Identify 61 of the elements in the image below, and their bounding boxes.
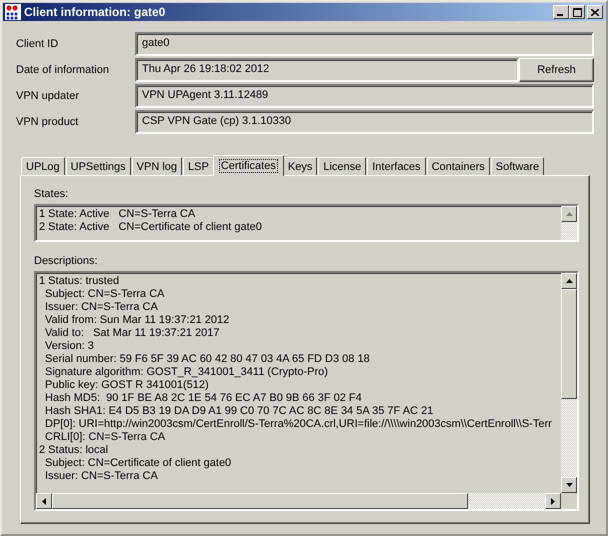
readonly-field: Thu Apr 26 19:18:02 2012 xyxy=(135,58,519,82)
scroll-up-button[interactable] xyxy=(561,273,577,289)
readonly-field: VPN UPAgent 3.11.12489 xyxy=(135,84,594,108)
text-line: DP[0]: URI=http://win2003csm/CertEnroll/S-Terra%20CA.crl,URI=file://\\\\win2003csm\\CertEnroll\\S-Terr xyxy=(44,418,553,431)
field-label: Date of information xyxy=(16,64,110,76)
text-line: 2 Status: local xyxy=(39,444,110,457)
tab[interactable]: License xyxy=(318,157,366,175)
down-arrow-icon xyxy=(566,483,572,487)
refresh-button[interactable]: Refresh xyxy=(519,58,594,82)
text-line: Version: 3 xyxy=(44,340,95,353)
maximize-icon xyxy=(572,8,582,16)
text-line: 1 Status: trusted xyxy=(39,275,120,288)
tab[interactable]: Keys xyxy=(282,157,318,175)
left-arrow-icon xyxy=(42,498,46,504)
scroll-right-button[interactable] xyxy=(545,493,561,509)
section-label: Descriptions: xyxy=(34,255,99,267)
tab[interactable]: Containers xyxy=(426,157,490,175)
right-arrow-icon xyxy=(551,498,555,504)
tab[interactable]: LSP xyxy=(183,157,214,175)
field-label: VPN updater xyxy=(16,90,80,102)
close-icon xyxy=(591,8,599,16)
app-icon xyxy=(5,4,21,20)
tab[interactable]: UPLog xyxy=(21,157,65,175)
tab[interactable]: Software xyxy=(490,157,544,175)
tab[interactable]: Interfaces xyxy=(367,157,426,175)
vertical-scrollbar[interactable] xyxy=(561,206,577,240)
text-line: Hash MD5: 90 1F BE A8 2C 1E 54 76 EC A7 B0 9B 66 3F 02 F4 xyxy=(44,392,363,405)
field-label: Client ID xyxy=(16,38,60,50)
text-line: Issuer: CN=S-Terra CA xyxy=(44,470,159,483)
section-label: States: xyxy=(34,188,70,200)
list-item[interactable]: 1 State: Active CN=S-Terra CA xyxy=(39,208,558,221)
horizontal-scrollbar[interactable] xyxy=(36,493,561,509)
readonly-field: CSP VPN Gate (cp) 3.1.10330 xyxy=(135,110,594,134)
scroll-down-button[interactable] xyxy=(561,477,577,493)
text-line: Issuer: CN=S-Terra CA xyxy=(44,301,159,314)
text-line: Signature algorithm: GOST_R_341001_3411 (Crypto-Pro) xyxy=(44,366,329,379)
scroll-thumb[interactable] xyxy=(52,493,468,509)
scroll-up-button[interactable] xyxy=(561,206,577,222)
scroll-left-button[interactable] xyxy=(36,493,52,509)
text-line: Subject: CN=S-Terra CA xyxy=(44,288,166,301)
window-title: Client information: gate0 xyxy=(24,5,166,19)
text-line: Serial number: 59 F6 5F 39 AC 60 42 80 47 03 4A 65 FD D3 08 18 xyxy=(44,353,371,366)
tab[interactable]: Certificates xyxy=(212,155,284,176)
text-line: CRLI[0]: CN=S-Terra CA xyxy=(44,431,166,444)
text-line: Hash SHA1: E4 D5 B3 19 DA D9 A1 99 C0 70 7C AC 8C 8E 34 5A 35 7F AC 21 xyxy=(44,405,434,418)
text-line: Public key: GOST R 341001(512) xyxy=(44,379,210,392)
up-arrow-icon xyxy=(566,279,572,283)
text-line: Subject: CN=Certificate of client gate0 xyxy=(44,457,232,470)
text-line: Valid from: Sun Mar 11 19:37:21 2012 xyxy=(44,314,230,327)
tab[interactable]: VPN log xyxy=(132,157,182,175)
vertical-scrollbar[interactable] xyxy=(561,273,577,493)
text-line: Valid to: Sat Mar 11 19:37:21 2017 xyxy=(44,327,220,340)
tab[interactable]: UPSettings xyxy=(66,157,131,175)
scroll-thumb[interactable] xyxy=(561,289,577,399)
up-arrow-icon xyxy=(566,212,572,216)
minimize-button[interactable] xyxy=(553,5,569,19)
field-label: VPN product xyxy=(16,116,80,128)
list-item[interactable]: 2 State: Active CN=Certificate of client gate0 xyxy=(39,221,558,234)
close-button[interactable] xyxy=(587,5,603,19)
readonly-field: gate0 xyxy=(135,32,594,56)
maximize-button[interactable] xyxy=(569,5,585,19)
